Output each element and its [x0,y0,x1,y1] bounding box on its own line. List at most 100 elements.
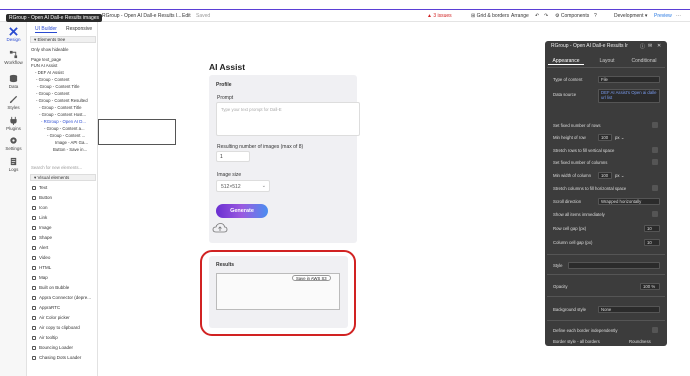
opacity-input[interactable]: 100 % [640,283,660,290]
visual-item-shape[interactable]: Shape [32,235,52,240]
min-row-height-input[interactable]: 100 [598,134,612,141]
rail-styles[interactable]: Styles [0,95,27,110]
type-of-content-dropdown[interactable]: File [598,76,660,83]
visual-item-icon[interactable]: Icon [32,205,48,210]
development-selector[interactable]: Development ▾ [614,13,647,19]
column-gap-input[interactable]: 10 [644,239,660,246]
redo-icon[interactable]: ↷ [544,13,548,19]
more-icon[interactable]: ⋯ [676,13,681,19]
tree-item[interactable]: - Group - Content Resulted [31,98,95,103]
row-gap-input[interactable]: 10 [644,225,660,232]
elements-tree-header[interactable]: ▾ Elements tree [30,36,96,43]
checkbox[interactable] [652,147,658,153]
min-column-width-input[interactable]: 100 [598,172,612,179]
num-images-input[interactable]: 1 [216,151,250,162]
only-hideable-toggle[interactable]: Only show hideable [31,47,95,52]
visual-item-label: Map [39,275,48,280]
unit-selector[interactable]: px ⌄ [615,135,624,141]
tree-item[interactable]: - Group - Content Title [31,105,95,110]
prompt-input[interactable]: Type your text prompt for Dall-E [216,102,360,136]
visual-item-video[interactable]: Video [32,255,50,260]
background-style-dropdown[interactable]: None [598,306,660,313]
tab-responsive[interactable]: Responsive [66,26,92,32]
tab-ui-builder[interactable]: UI Builder [35,26,57,33]
checkbox[interactable] [652,327,658,333]
generate-button[interactable]: Generate [216,204,268,218]
checkbox[interactable] [652,185,658,191]
visual-item-map[interactable]: Map [32,275,48,280]
page-selector[interactable]: RGroup - Open AI Dall-e Results I... [102,13,181,19]
visual-item-alert[interactable]: Alert [32,245,48,250]
close-icon[interactable]: ✕ [657,43,661,49]
tree-item[interactable]: - Group - Content Title [31,84,95,89]
visual-item-label: Air Color picker [39,315,70,320]
visual-item-bouncing-loader[interactable]: Bouncing Loader [32,345,73,350]
visual-item-text[interactable]: Text [32,185,47,190]
issues-indicator[interactable]: ▲ 3 issues [427,13,452,19]
undo-icon[interactable]: ↶ [535,13,539,19]
text-icon [32,185,36,190]
visual-item-tooltip[interactable]: Air tooltip [32,335,58,340]
preview-link[interactable]: Preview [654,13,672,19]
checkbox[interactable] [652,122,658,128]
unit-selector[interactable]: px ⌄ [615,173,624,179]
visual-item-built-on-bubble[interactable]: Built on Bubble [32,285,69,290]
tree-item[interactable]: - Group - Content [31,77,95,82]
visual-item-appra-connector[interactable]: Appra Connector (depre... [32,295,91,300]
rail-logs[interactable]: Logs [0,157,27,172]
search-elements-input[interactable]: Search for new elements... [31,165,95,170]
tree-item[interactable]: - Group - Content [31,91,95,96]
tab-layout[interactable]: Layout [592,58,622,64]
visual-item-link[interactable]: Link [32,215,47,220]
plugin-icon [32,335,36,340]
row-label: Min height of row [553,135,586,140]
rail-workflow[interactable]: Workflow [0,50,27,65]
visual-item-button[interactable]: Button [32,195,52,200]
rail-settings[interactable]: Settings [0,136,27,151]
checkbox[interactable] [652,159,658,165]
arrange-menu[interactable]: Arrange [511,13,529,19]
development-label: Development [614,13,644,19]
components-menu[interactable]: ⚙ Components [555,13,589,19]
data-source-field[interactable]: DEF AI Assist's Open ai dalle url list [598,89,660,103]
help-icon[interactable]: ? [594,13,597,19]
checkbox[interactable] [652,211,658,217]
cloud-upload-icon[interactable] [212,222,228,234]
visual-item-chasing-dots[interactable]: Chasing Dots Loader [32,355,81,360]
visual-item-image[interactable]: Image [32,225,52,230]
row-label: Set fixed number of rows [553,123,601,128]
tab-appearance[interactable]: Appearance [548,58,584,65]
tree-item[interactable]: - Group - Content Host... [31,112,95,117]
visual-item-label: Appra Connector (depre... [39,295,92,300]
tree-item[interactable]: Button - Save in... [31,147,95,152]
visual-item-clipboard[interactable]: Air copy to clipboard [32,325,80,330]
row-label: Column cell gap (px) [553,240,593,245]
edit-menu[interactable]: Edit [182,13,191,19]
grid-borders-menu[interactable]: ⊞ Grid & borders [471,13,509,19]
info-icon[interactable]: ⓘ [640,43,645,50]
brush-icon [9,95,18,104]
style-dropdown[interactable] [568,262,660,269]
image-size-dropdown[interactable]: 512×512 ⌄ [216,180,270,192]
tree-item[interactable]: FUN AI Assist [31,63,95,68]
rail-plugins[interactable]: Plugins [0,116,27,131]
tree-item[interactable]: - Group - Content a... [31,126,95,131]
visual-elements-header[interactable]: ▾ Visual elements [30,174,96,181]
map-icon [32,275,36,280]
tree-item[interactable]: Image - API Ga... [31,140,95,145]
tree-item[interactable]: - Group - Content ... [31,133,95,138]
floating-empty-box[interactable] [98,119,176,145]
tab-conditional[interactable]: Conditional [626,58,662,64]
save-s3-button[interactable]: Save in AWS S3 [292,275,331,281]
visual-item-apprartc[interactable]: AppraRTC [32,305,60,310]
rail-design[interactable]: Design [0,27,27,42]
visual-item-color-picker[interactable]: Air Color picker [32,315,70,320]
rail-data[interactable]: Data [0,74,27,89]
visual-item-html[interactable]: HTML [32,265,51,270]
comment-icon[interactable]: ✉ [648,43,652,49]
tree-item[interactable]: Page text_page [31,57,95,62]
scroll-direction-dropdown[interactable]: Wrapped horizontally [598,198,660,205]
tree-item-selected[interactable]: - RGroup - Open AI D... [31,119,95,124]
tree-item[interactable]: - DEF AI Assist [31,70,95,75]
design-icon [9,27,18,36]
